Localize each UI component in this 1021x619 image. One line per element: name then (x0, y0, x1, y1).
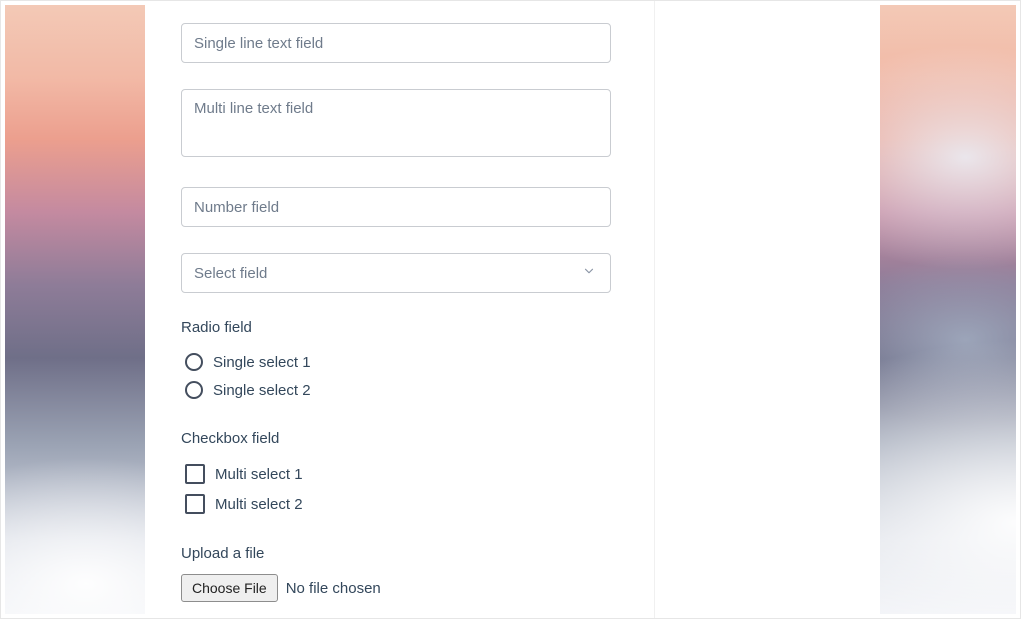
file-input-row: Choose File No file chosen (181, 574, 618, 602)
radio-icon (185, 353, 203, 371)
radio-option-label: Single select 1 (213, 354, 311, 371)
checkbox-group: Checkbox field Multi select 1 Multi sele… (181, 430, 618, 519)
checkbox-option-label: Multi select 1 (215, 466, 303, 483)
file-status-text: No file chosen (286, 580, 381, 597)
checkbox-option-label: Multi select 2 (215, 496, 303, 513)
radio-icon (185, 381, 203, 399)
number-field-wrapper (181, 187, 618, 227)
radio-option-label: Single select 2 (213, 382, 311, 399)
single-line-field-wrapper (181, 23, 618, 63)
checkbox-icon (185, 494, 205, 514)
multi-line-field-wrapper (181, 89, 618, 161)
radio-option-2[interactable]: Single select 2 (181, 376, 618, 404)
vertical-divider (654, 1, 655, 618)
radio-option-1[interactable]: Single select 1 (181, 348, 618, 376)
form-column: Select field Radio field Single select 1… (145, 1, 654, 618)
checkbox-option-2[interactable]: Multi select 2 (181, 489, 618, 519)
chevron-down-icon (582, 264, 596, 282)
select-field-wrapper: Select field (181, 253, 618, 293)
single-line-input[interactable] (181, 23, 611, 63)
checkbox-icon (185, 464, 205, 484)
select-placeholder: Select field (194, 265, 267, 282)
checkbox-option-1[interactable]: Multi select 1 (181, 459, 618, 489)
number-input[interactable] (181, 187, 611, 227)
radio-group-label: Radio field (181, 319, 618, 336)
multi-line-input[interactable] (181, 89, 611, 157)
file-upload-label: Upload a file (181, 545, 618, 562)
checkbox-group-label: Checkbox field (181, 430, 618, 447)
select-field[interactable]: Select field (181, 253, 611, 293)
app-window: Select field Radio field Single select 1… (0, 0, 1021, 619)
file-upload-group: Upload a file Choose File No file chosen (181, 545, 618, 602)
choose-file-button[interactable]: Choose File (181, 574, 278, 602)
radio-group: Radio field Single select 1 Single selec… (181, 319, 618, 404)
